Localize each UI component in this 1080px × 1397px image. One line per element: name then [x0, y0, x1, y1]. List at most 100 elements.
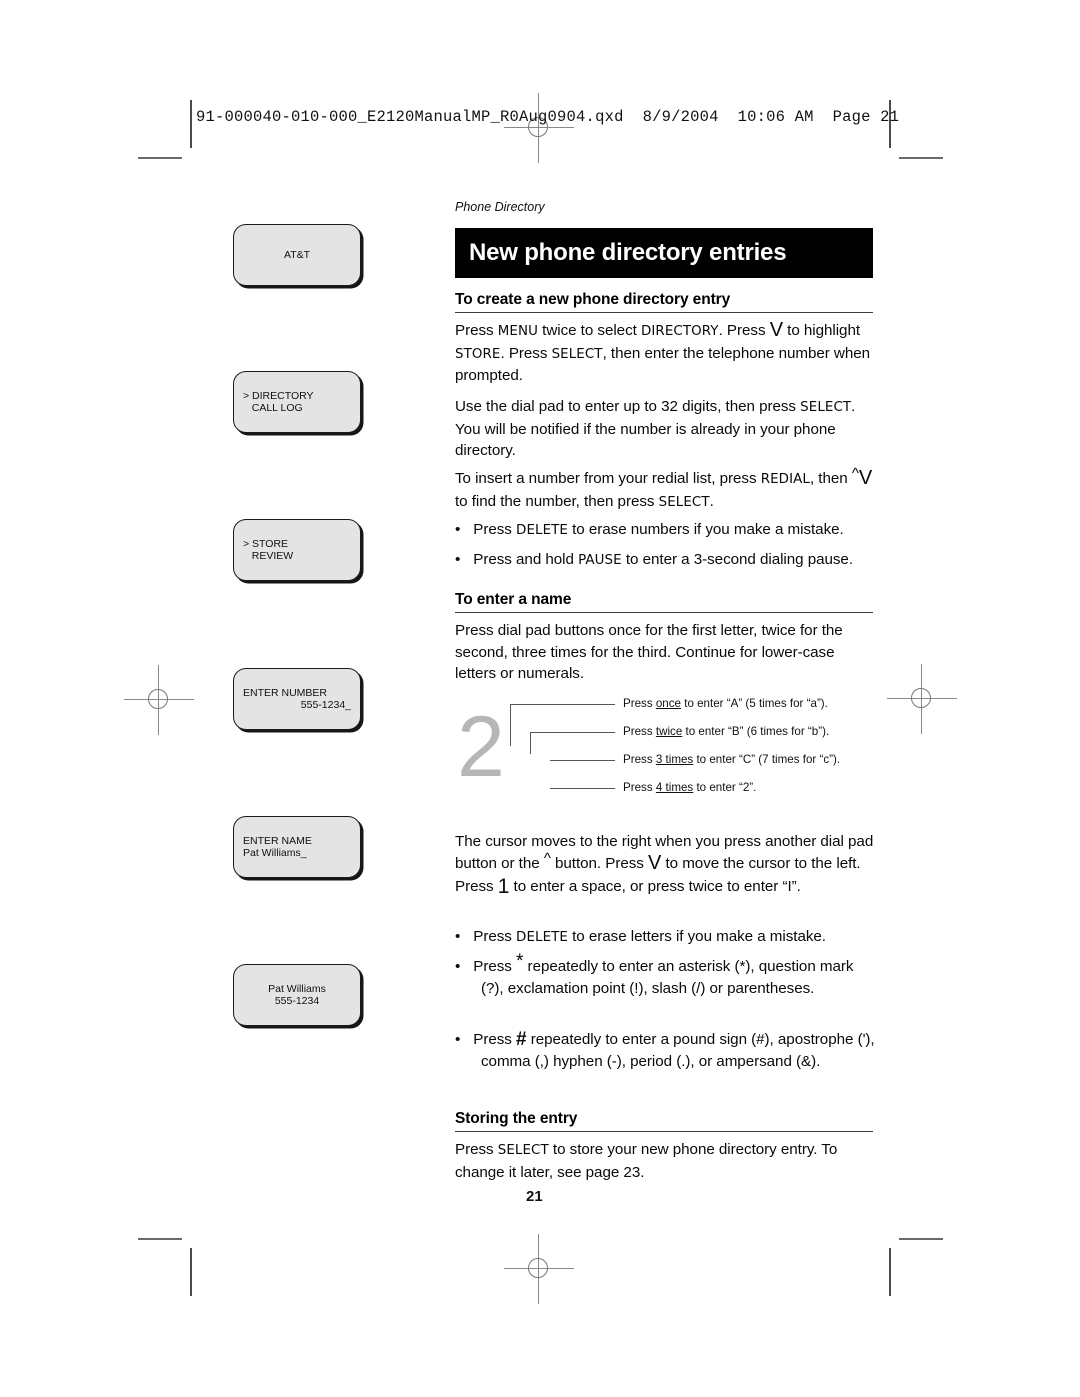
chevron-up-icon: ^: [851, 465, 859, 482]
lcd-store-menu-screen: > STORE REVIEW: [233, 519, 361, 581]
crop-mark-top-left-vertical: [190, 100, 192, 148]
lcd-stored-entry-screen: Pat Williams 555-1234: [233, 964, 361, 1026]
crop-mark-bottom-right: [899, 1238, 943, 1240]
text-run: Press: [473, 1031, 517, 1048]
lcd-enter-number-screen: ENTER NUMBER 555-1234_: [233, 668, 361, 730]
text-run: repeatedly to enter a pound sign (#), ap…: [481, 1031, 875, 1070]
text-run: . Press: [718, 322, 770, 339]
text-run: to enter “C” (7 times for “c”).: [693, 753, 841, 766]
lcd-line: > STORE: [243, 537, 289, 550]
text-run: Press: [473, 958, 517, 975]
text-run: to find the number, then press: [455, 492, 659, 510]
lcd-line: ENTER NUMBER: [243, 686, 328, 699]
bullet-pound-key: • Press # repeatedly to enter a pound sig…: [455, 1028, 875, 1072]
dialpad-callout-diagram: 2 Press once to enter “A” (5 times for “…: [455, 694, 875, 812]
section-heading-create-entry: To create a new phone directory entry: [455, 291, 873, 313]
text-run: Press: [473, 521, 517, 538]
registration-circle: [528, 1258, 548, 1278]
lcd-inner: > DIRECTORY CALL LOG: [243, 372, 351, 432]
running-head: Phone Directory: [455, 200, 545, 214]
page-title-bar: New phone directory entries: [455, 228, 873, 278]
lcd-directory-menu-screen: > DIRECTORY CALL LOG: [233, 371, 361, 433]
key-select: SELECT: [551, 346, 603, 362]
text-run: repeatedly to enter an asterisk (*), que…: [481, 958, 854, 997]
key-pound-icon: #: [516, 1029, 527, 1050]
lcd-inner: Pat Williams 555-1234: [243, 965, 351, 1025]
leader-line-4: [550, 788, 615, 790]
text-run: Press: [623, 725, 656, 738]
text-run: to enter “A” (5 times for “a”).: [681, 697, 828, 710]
lcd-inner: AT&T: [243, 225, 351, 285]
registration-mark-right: [887, 664, 957, 734]
registration-mark-top: [504, 93, 574, 163]
lcd-line: AT&T: [283, 248, 311, 261]
paragraph-enter-name-1: Press dial pad buttons once for the firs…: [455, 622, 843, 682]
callout-emphasis: twice: [655, 725, 683, 738]
lcd-line: Pat Williams: [268, 982, 326, 995]
lcd-line: Pat Williams_: [243, 847, 307, 859]
callout-label-once: Press once to enter “A” (5 times for “a”…: [623, 697, 828, 710]
key-1-icon: 1: [497, 875, 510, 898]
text-run: button. Press: [550, 854, 648, 872]
text-run: . Press: [500, 344, 552, 362]
crop-mark-bottom-right-vertical: [889, 1248, 891, 1296]
text-run: to enter “2”.: [693, 781, 757, 794]
text-run: to erase numbers if you make a mistake.: [567, 521, 844, 538]
bullet-icon: •: [455, 551, 461, 568]
callout-emphasis: once: [655, 697, 681, 710]
text-run: to enter “B” (6 times for “b”).: [682, 725, 830, 738]
key-select: SELECT: [497, 1143, 549, 1158]
callout-label-3-times: Press 3 times to enter “C” (7 times for …: [623, 753, 840, 766]
bullet-icon: •: [455, 521, 461, 538]
lcd-line: > DIRECTORY: [243, 389, 314, 402]
crop-mark-bottom-left: [138, 1238, 182, 1240]
chevron-up-icon: ^: [543, 849, 551, 867]
leader-line-1-drop: [510, 704, 512, 746]
text-run: to enter a space, or press twice to ente…: [509, 878, 801, 895]
bullet-delete-numbers: • Press DELETE to erase numbers if you ma…: [455, 519, 875, 542]
bullet-asterisk-key: • Press * repeatedly to enter an asterisk…: [455, 951, 875, 999]
lcd-enter-name-screen: ENTER NAME Pat Williams_: [233, 816, 361, 878]
callout-label-twice: Press twice to enter “B” (6 times for “b…: [623, 725, 829, 738]
lcd-line: CALL LOG: [243, 402, 303, 414]
text-run: Press: [623, 697, 656, 710]
registration-circle: [148, 689, 168, 709]
lcd-line: 555-1234: [274, 995, 320, 1007]
key-delete: DELETE: [516, 523, 568, 538]
section-heading-enter-name: To enter a name: [455, 591, 873, 613]
bullet-icon: •: [455, 958, 461, 975]
text-run: To insert a number from your redial list…: [455, 470, 761, 487]
key-select: SELECT: [658, 494, 710, 510]
leader-line-2-drop: [530, 732, 532, 754]
lcd-inner: ENTER NUMBER 555-1234_: [243, 669, 351, 729]
text-run: .: [709, 492, 714, 510]
text-run: Use the dial pad to enter up to 32 digit…: [455, 398, 801, 415]
lcd-line: ENTER NAME: [243, 834, 312, 847]
key-store: STORE: [455, 346, 501, 362]
leader-line-1: [510, 704, 615, 706]
callout-label-4-times: Press 4 times to enter “2”.: [623, 781, 756, 794]
crop-mark-top-right: [899, 157, 943, 159]
lcd-line: REVIEW: [243, 550, 294, 562]
registration-circle: [911, 688, 931, 708]
bullet-delete-letters: • Press DELETE to erase letters if you ma…: [455, 926, 875, 949]
key-delete: DELETE: [516, 930, 568, 945]
page-number: 21: [526, 1188, 543, 1205]
bullet-pause-dialing: • Press and hold PAUSE to enter a 3-secon…: [455, 549, 875, 572]
text-run: Press: [455, 1141, 498, 1158]
text-run: Press: [623, 781, 656, 794]
text-run: to enter a 3-second dialing pause.: [621, 551, 854, 568]
text-run: to highlight: [782, 322, 861, 339]
callout-emphasis: 4 times: [655, 781, 694, 794]
text-run: twice to select: [537, 322, 641, 339]
key-redial: REDIAL: [760, 472, 810, 487]
key-menu: MENU: [497, 324, 538, 339]
leader-line-2: [530, 732, 615, 734]
chevron-down-icon: V: [858, 467, 873, 489]
leader-line-3: [550, 760, 615, 762]
lcd-inner: > STORE REVIEW: [243, 520, 351, 580]
lcd-inner: ENTER NAME Pat Williams_: [243, 817, 351, 877]
registration-mark-bottom: [504, 1234, 574, 1304]
key-pause: PAUSE: [578, 553, 622, 568]
paragraph-create-entry-2: Use the dial pad to enter up to 32 digit…: [455, 396, 875, 462]
